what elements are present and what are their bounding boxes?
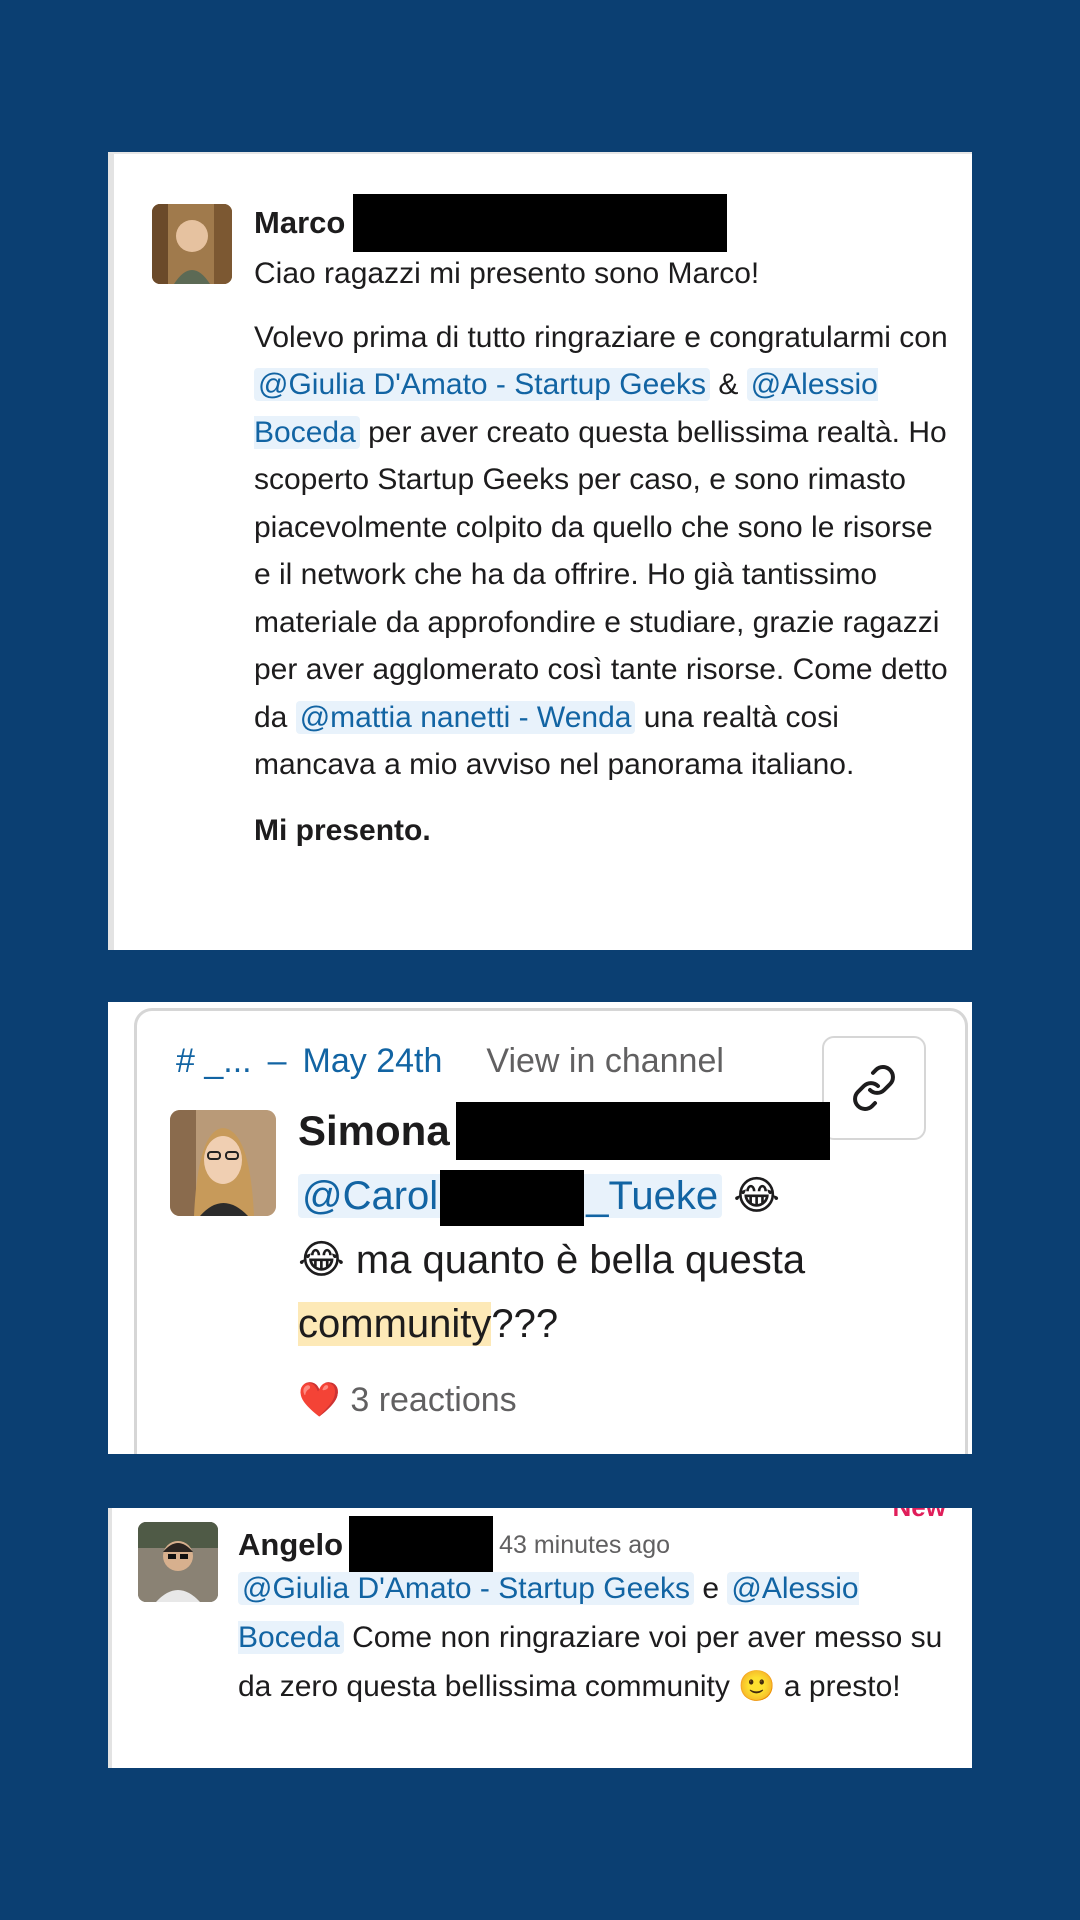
text-segment: Volevo prima di tutto ringraziare e cong…: [254, 320, 948, 354]
message-body: Ciao ragazzi mi presento sono Marco! Vol…: [254, 250, 954, 854]
search-highlight: community: [298, 1302, 492, 1346]
reactions-count: 3 reactions: [350, 1380, 517, 1419]
smiley-emoji-icon: 🙂: [738, 1670, 776, 1703]
shared-message-header: # _... – May 24th View in channel: [176, 1042, 724, 1081]
author-row: Marco: [254, 194, 728, 252]
author-name[interactable]: Simona: [298, 1107, 450, 1155]
mention-carol[interactable]: @Carol _Tueke: [298, 1170, 723, 1227]
timestamp[interactable]: 43 minutes ago: [499, 1531, 670, 1560]
signoff: Mi presento.: [254, 813, 431, 847]
separator: –: [267, 1042, 287, 1080]
message-body: @Giulia D'Amato - Startup Geeks e @Aless…: [238, 1564, 958, 1711]
redacted-surname: [455, 1102, 830, 1160]
text-segment: a presto!: [775, 1670, 901, 1703]
author-name[interactable]: Marco: [254, 205, 345, 241]
text-segment: ???: [491, 1302, 559, 1346]
redacted-mention: [440, 1170, 585, 1227]
heart-icon: ❤️: [298, 1381, 341, 1419]
reactions-summary[interactable]: ❤️ 3 reactions: [298, 1380, 517, 1420]
author-name[interactable]: Angelo: [238, 1527, 343, 1563]
text-segment: per aver creato questa bellissima realtà…: [254, 415, 948, 734]
laughing-emoji-icon: 😂: [298, 1238, 345, 1282]
redacted-surname: [353, 194, 728, 252]
mention-giulia[interactable]: @Giulia D'Amato - Startup Geeks: [238, 1572, 695, 1605]
copy-link-button[interactable]: [822, 1036, 926, 1140]
view-in-channel-link[interactable]: View in channel: [486, 1042, 724, 1081]
mention-prefix: @Carol: [302, 1174, 439, 1218]
avatar-marco[interactable]: [152, 204, 232, 284]
avatar-simona[interactable]: [170, 1110, 276, 1216]
date-link[interactable]: May 24th: [303, 1042, 443, 1081]
channel-link[interactable]: # _...: [176, 1042, 252, 1081]
message-card-simona: # _... – May 24th View in channel Simona…: [108, 1002, 972, 1454]
mention-giulia[interactable]: @Giulia D'Amato - Startup Geeks: [254, 368, 711, 401]
link-icon: [853, 1065, 895, 1111]
message-card-marco: Marco Ciao ragazzi mi presento sono Marc…: [108, 152, 972, 950]
avatar-angelo[interactable]: [138, 1522, 218, 1602]
new-messages-label: New: [893, 1508, 946, 1523]
intro-line: Ciao ragazzi mi presento sono Marco!: [254, 257, 760, 290]
message-body: @Carol _Tueke 😂 😂 ma quanto è bella quest…: [298, 1164, 938, 1356]
author-row: Simona: [298, 1102, 830, 1160]
text-segment: ma quanto è bella questa: [344, 1238, 806, 1282]
text-segment: &: [710, 368, 747, 401]
main-paragraph: Volevo prima di tutto ringraziare e cong…: [254, 314, 954, 789]
text-segment: e: [694, 1572, 728, 1605]
laughing-emoji-icon: 😂: [733, 1174, 781, 1218]
message-card-angelo: New Angelo 43 minutes ago @Giulia D'Amat…: [108, 1508, 972, 1768]
mention-suffix: _Tueke: [586, 1174, 719, 1218]
mention-mattia[interactable]: @mattia nanetti - Wenda: [295, 700, 636, 734]
